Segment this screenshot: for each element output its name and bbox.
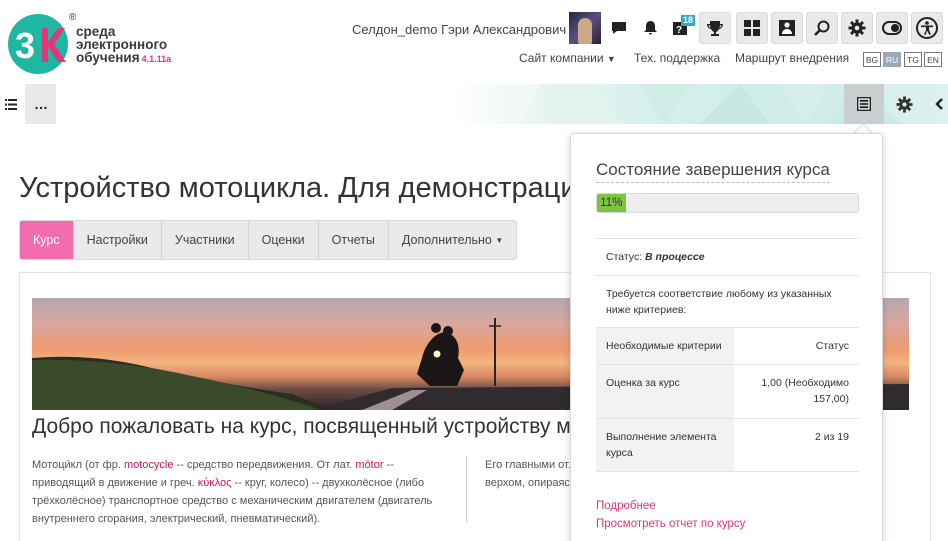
logo-registered-mark: ® [69, 12, 77, 23]
chevron-left-icon[interactable] [930, 84, 948, 124]
criteria-header-col1: Необходимые критерии [596, 328, 734, 364]
criteria-header: Необходимые критерии Статус [596, 328, 859, 365]
status-label: Статус: [606, 251, 646, 263]
link-motocycle[interactable]: motocycle [124, 459, 174, 471]
course-toolbar [0, 84, 948, 124]
lang-tg[interactable]: TG [904, 52, 922, 67]
people-icon[interactable] [771, 12, 803, 44]
bell-icon[interactable] [634, 12, 666, 44]
chevron-down-icon: ▼ [606, 54, 616, 64]
more-details-link[interactable]: Подробнее [596, 500, 656, 512]
decorative-pattern [500, 84, 900, 124]
table-row: Выполнение элемента курса 2 из 19 [596, 419, 859, 472]
svg-text:?: ? [676, 25, 682, 36]
lang-ru[interactable]: RU [883, 52, 901, 67]
description-text-2: -- средство передвижения. От лат. [173, 459, 356, 471]
criteria-name: Оценка за курс [596, 365, 734, 418]
criteria-name: Выполнение элемента курса [596, 419, 734, 471]
accessibility-icon[interactable] [911, 12, 943, 44]
list-icon[interactable] [0, 84, 22, 124]
criteria-header-col2: Статус [815, 340, 849, 352]
completion-progress-bar: 11% [596, 193, 859, 213]
lang-bg[interactable]: BG [863, 52, 881, 67]
tab-reports[interactable]: Отчеты [319, 221, 389, 259]
trophy-icon[interactable] [699, 12, 731, 44]
completion-title: Состояние завершения курса [596, 160, 830, 183]
status-value: В процессе [645, 251, 705, 263]
site-logo[interactable]: 3 ® среда электронного обучения 4.1.11a [6, 12, 186, 76]
column-divider [466, 456, 467, 522]
tab-settings[interactable]: Настройки [74, 221, 162, 259]
table-row: Оценка за курс 1,00 (Необходимо 157,00) [596, 365, 859, 419]
course-description: Мотоци́кл (от фр. motocycle -- средство … [32, 456, 452, 528]
tab-grades[interactable]: Оценки [249, 221, 319, 259]
tab-more-label: Дополнительно [401, 233, 492, 247]
page: 3 ® среда электронного обучения 4.1.11a С… [0, 0, 948, 541]
nav-support[interactable]: Тех. поддержка [634, 51, 720, 65]
chevron-down-icon: ▼ [495, 235, 504, 245]
more-icon[interactable]: … [25, 84, 56, 124]
user-name[interactable]: Селдон_demo Гэри Александрович [352, 22, 566, 37]
completion-status: Статус: В процессе [596, 238, 859, 275]
tab-more[interactable]: Дополнительно ▼ [389, 221, 516, 259]
tab-participants[interactable]: Участники [162, 221, 249, 259]
chat-icon[interactable] [603, 12, 635, 44]
progress-fill: 11% [597, 194, 626, 212]
svg-text:3: 3 [15, 25, 35, 66]
nav-route[interactable]: Маршрут внедрения [735, 51, 849, 65]
logo-version: 4.1.11a [141, 54, 172, 64]
completion-icon[interactable] [844, 84, 884, 124]
completion-requirement: Требуется соответствие любому из указанн… [596, 275, 859, 327]
page-title: Устройство мотоцикла. Для демонстрации [19, 172, 593, 204]
welcome-heading: Добро пожаловать на курс, посвященный ус… [32, 415, 661, 438]
toggle-icon[interactable] [876, 12, 908, 44]
message-badge-icon[interactable]: ? 18 [665, 12, 697, 44]
logo-line3: обучения [76, 50, 140, 65]
avatar[interactable] [569, 12, 601, 44]
criteria-status: 1,00 (Необходимо 157,00) [761, 377, 849, 405]
notification-badge: 18 [680, 15, 695, 26]
course-report-link[interactable]: Просмотреть отчет по курсу [596, 518, 745, 530]
completion-popover: Состояние завершения курса 11% Статус: В… [570, 133, 883, 541]
search-icon[interactable] [806, 12, 838, 44]
nav-company-site[interactable]: Сайт компании ▼ [519, 51, 616, 65]
course-tabs: Курс Настройки Участники Оценки Отчеты Д… [19, 220, 518, 260]
criteria-status: 2 из 19 [814, 431, 849, 443]
gear-icon[interactable] [841, 12, 873, 44]
link-kyklos[interactable]: κύκλος [198, 477, 232, 489]
settings-icon[interactable] [890, 84, 918, 124]
nav-company-site-label: Сайт компании [519, 51, 604, 65]
dashboard-icon[interactable] [736, 12, 768, 44]
logo-mark-icon: 3 [8, 14, 68, 74]
logo-text: среда электронного обучения 4.1.11a [76, 25, 171, 66]
link-motor[interactable]: mōtor [355, 459, 383, 471]
tab-course[interactable]: Курс [20, 221, 74, 259]
description-text-1: Мотоци́кл (от фр. [32, 459, 124, 471]
lang-en[interactable]: EN [924, 52, 942, 67]
criteria-table: Необходимые критерии Статус Оценка за ку… [596, 327, 859, 472]
